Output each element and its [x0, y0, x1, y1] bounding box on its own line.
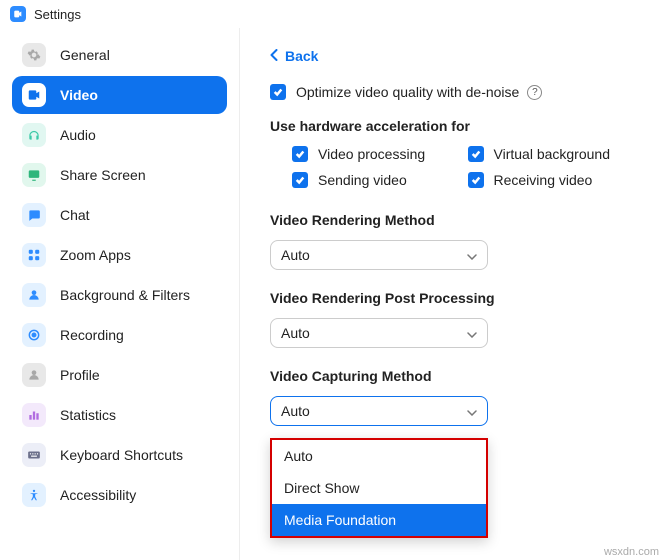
- select-value: Auto: [281, 325, 310, 341]
- sidebar-item-label: Background & Filters: [60, 287, 190, 303]
- video-icon: [22, 83, 46, 107]
- checkbox-sending-video[interactable]: Sending video: [292, 172, 468, 188]
- capturing-method-dropdown: Auto Direct Show Media Foundation: [270, 438, 488, 538]
- checkbox-label: Video processing: [318, 146, 425, 162]
- post-processing-select[interactable]: Auto: [270, 318, 488, 348]
- sidebar-item-label: Profile: [60, 367, 100, 383]
- watermark-text: wsxdn.com: [604, 546, 659, 558]
- checkbox-label: Sending video: [318, 172, 407, 188]
- chevron-down-icon: [467, 325, 477, 341]
- sidebar-item-label: Chat: [60, 207, 90, 223]
- statistics-icon: [22, 403, 46, 427]
- profile-icon: [22, 363, 46, 387]
- app-icon: [10, 6, 26, 22]
- sidebar-item-label: Accessibility: [60, 487, 136, 503]
- sidebar-item-general[interactable]: General: [12, 36, 227, 74]
- select-value: Auto: [281, 247, 310, 263]
- sidebar-item-profile[interactable]: Profile: [12, 356, 227, 394]
- checkbox-label: Virtual background: [494, 146, 610, 162]
- chat-icon: [22, 203, 46, 227]
- optimize-label: Optimize video quality with de-noise: [296, 84, 519, 100]
- checkbox-checked-icon: [292, 146, 308, 162]
- checkbox-video-processing[interactable]: Video processing: [292, 146, 468, 162]
- checkbox-checked-icon: [468, 172, 484, 188]
- back-button[interactable]: Back: [270, 48, 643, 64]
- sidebar-item-label: Zoom Apps: [60, 247, 131, 263]
- sidebar-item-zoom-apps[interactable]: Zoom Apps: [12, 236, 227, 274]
- settings-sidebar: General Video Audio Share Screen Chat: [0, 28, 240, 560]
- chevron-down-icon: [467, 403, 477, 419]
- rendering-method-title: Video Rendering Method: [270, 212, 643, 228]
- chevron-down-icon: [467, 247, 477, 263]
- dropdown-option-direct-show[interactable]: Direct Show: [272, 472, 486, 504]
- background-icon: [22, 283, 46, 307]
- checkbox-receiving-video[interactable]: Receiving video: [468, 172, 644, 188]
- select-value: Auto: [281, 403, 310, 419]
- gear-icon: [22, 43, 46, 67]
- checkbox-checked-icon: [292, 172, 308, 188]
- sidebar-item-accessibility[interactable]: Accessibility: [12, 476, 227, 514]
- checkbox-label: Receiving video: [494, 172, 593, 188]
- sidebar-item-label: Audio: [60, 127, 96, 143]
- sidebar-item-label: Recording: [60, 327, 124, 343]
- headphones-icon: [22, 123, 46, 147]
- accessibility-icon: [22, 483, 46, 507]
- capturing-method-select[interactable]: Auto: [270, 396, 488, 426]
- recording-icon: [22, 323, 46, 347]
- checkbox-checked-icon: [270, 84, 286, 100]
- sidebar-item-label: Share Screen: [60, 167, 146, 183]
- sidebar-item-statistics[interactable]: Statistics: [12, 396, 227, 434]
- capturing-method-title: Video Capturing Method: [270, 368, 643, 384]
- window-titlebar: Settings: [0, 0, 663, 28]
- optimize-checkbox-row[interactable]: Optimize video quality with de-noise ?: [270, 84, 643, 100]
- sidebar-item-share-screen[interactable]: Share Screen: [12, 156, 227, 194]
- sidebar-item-label: General: [60, 47, 110, 63]
- window-title: Settings: [34, 7, 81, 22]
- sidebar-item-label: Video: [60, 87, 98, 103]
- rendering-method-select[interactable]: Auto: [270, 240, 488, 270]
- apps-icon: [22, 243, 46, 267]
- share-screen-icon: [22, 163, 46, 187]
- sidebar-item-label: Statistics: [60, 407, 116, 423]
- checkbox-virtual-background[interactable]: Virtual background: [468, 146, 644, 162]
- info-icon[interactable]: ?: [527, 85, 542, 100]
- chevron-left-icon: [270, 48, 279, 64]
- sidebar-item-recording[interactable]: Recording: [12, 316, 227, 354]
- sidebar-item-chat[interactable]: Chat: [12, 196, 227, 234]
- hw-accel-title: Use hardware acceleration for: [270, 118, 643, 134]
- keyboard-icon: [22, 443, 46, 467]
- dropdown-option-auto[interactable]: Auto: [272, 440, 486, 472]
- sidebar-item-video[interactable]: Video: [12, 76, 227, 114]
- checkbox-checked-icon: [468, 146, 484, 162]
- dropdown-option-media-foundation[interactable]: Media Foundation: [272, 504, 486, 536]
- sidebar-item-keyboard-shortcuts[interactable]: Keyboard Shortcuts: [12, 436, 227, 474]
- post-processing-title: Video Rendering Post Processing: [270, 290, 643, 306]
- sidebar-item-label: Keyboard Shortcuts: [60, 447, 183, 463]
- sidebar-item-audio[interactable]: Audio: [12, 116, 227, 154]
- settings-content: Back Optimize video quality with de-nois…: [240, 28, 663, 560]
- back-label: Back: [285, 48, 318, 64]
- sidebar-item-background-filters[interactable]: Background & Filters: [12, 276, 227, 314]
